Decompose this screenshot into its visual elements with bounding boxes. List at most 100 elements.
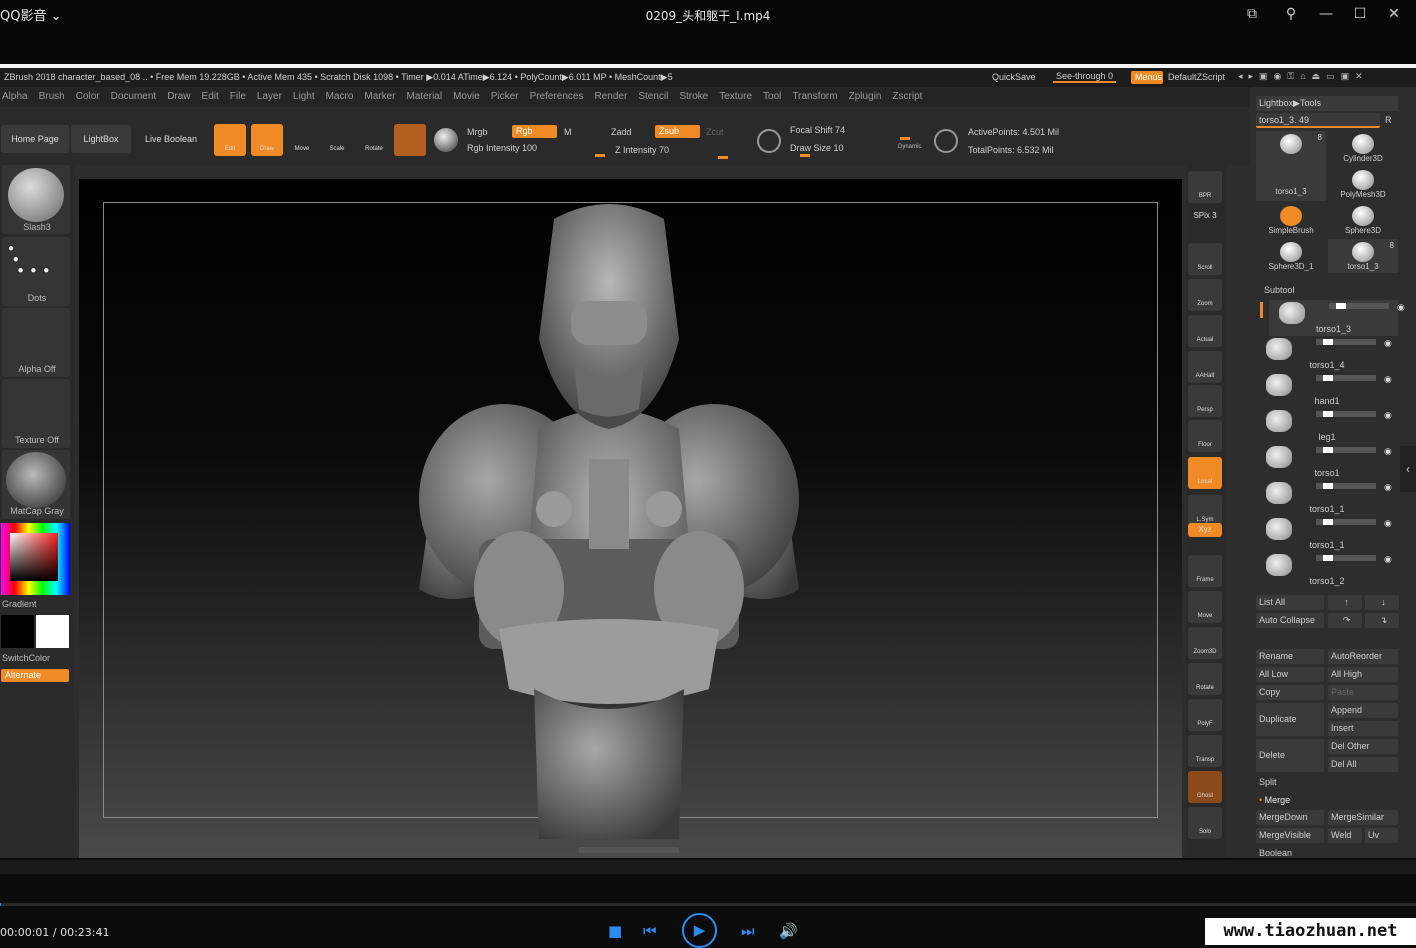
tool-thumbnail[interactable]: SimpleBrush (1256, 203, 1326, 237)
current-tool-slider[interactable]: torso1_3. 49 (1256, 113, 1380, 128)
scroll-handle[interactable] (579, 847, 679, 853)
live-boolean-button[interactable]: Live Boolean (133, 125, 209, 153)
tool-solo-button[interactable]: Solo (1188, 807, 1222, 839)
boolean-menu[interactable]: Boolean (1256, 846, 1398, 858)
next-icon[interactable]: ⏭ (741, 922, 755, 940)
subtool-controls[interactable] (1329, 303, 1389, 309)
menu-item[interactable]: Preferences (530, 91, 584, 102)
subtool-row[interactable]: ◉ leg1 (1256, 408, 1398, 444)
tool-aahalf-button[interactable]: AAHalf (1188, 351, 1222, 383)
secondary-color-swatch[interactable] (1, 615, 34, 648)
all-low-button[interactable]: All Low (1256, 667, 1324, 682)
eye-icon[interactable]: ◉ (1384, 554, 1392, 565)
menu-items[interactable]: Alpha Brush Color Document Draw Edit File Layer… (2, 91, 933, 102)
tool-bpr-button[interactable]: BPR (1188, 171, 1222, 203)
menu-item[interactable]: Edit (202, 91, 219, 102)
eye-icon[interactable]: ◉ (1384, 410, 1392, 421)
auto-reorder-button[interactable]: AutoReorder (1328, 649, 1398, 664)
tool-transp-button[interactable]: Transp (1188, 735, 1222, 767)
draw-size-knob[interactable] (800, 154, 810, 157)
mrgb-button[interactable]: Mrgb (467, 127, 488, 137)
rgb-intensity-slider[interactable]: Rgb Intensity 100 (467, 143, 537, 153)
color-picker[interactable] (1, 523, 70, 595)
menu-item[interactable]: Picker (491, 91, 519, 102)
subtool-controls[interactable] (1316, 375, 1376, 381)
append-button[interactable]: Append (1328, 703, 1398, 718)
paste-button[interactable]: Paste (1328, 685, 1398, 700)
list-all-button[interactable]: List All (1256, 595, 1324, 610)
move-button[interactable]: Move (286, 124, 318, 156)
arrow-up-icon[interactable]: ↑ (1328, 595, 1362, 610)
lightbox-tools-button[interactable]: Lightbox▶Tools (1256, 96, 1398, 111)
menu-item[interactable]: Color (76, 91, 100, 102)
merge-menu[interactable]: • Merge (1256, 793, 1398, 808)
redo-arrow-icon[interactable]: ↷ (1328, 613, 1362, 628)
r-button[interactable]: R (1385, 115, 1392, 125)
alternate-button[interactable]: Alternate (1, 669, 69, 682)
edit-button[interactable]: Edit (214, 124, 246, 156)
draw-size-slider[interactable]: Draw Size 10 (790, 143, 844, 153)
robot-bust-model[interactable] (359, 189, 859, 849)
z-intensity-knob[interactable] (718, 156, 728, 159)
del-other-button[interactable]: Del Other (1328, 739, 1398, 754)
menu-item[interactable]: Material (407, 91, 443, 102)
primary-color-swatch[interactable] (36, 615, 69, 648)
duplicate-button[interactable]: Duplicate (1256, 703, 1324, 736)
draw-button[interactable]: Draw (251, 124, 283, 156)
sphere-icon[interactable] (434, 128, 458, 152)
rgb-button[interactable]: Rgb (512, 125, 557, 138)
color-square[interactable] (10, 533, 58, 581)
m-button[interactable]: M (564, 127, 572, 137)
zadd-button[interactable]: Zadd (611, 127, 632, 137)
tool-ghost-button[interactable]: Ghost (1188, 771, 1222, 803)
window-icons[interactable]: ◂▸▣◉⚿⌂⏏▭▣✕ (1238, 71, 1369, 82)
minimize-button[interactable]: — (1315, 4, 1337, 24)
progress-bar[interactable] (0, 903, 1416, 906)
zcut-button[interactable]: Zcut (706, 127, 724, 137)
menu-item[interactable]: Tool (763, 91, 781, 102)
eye-icon[interactable]: ◉ (1384, 446, 1392, 457)
auto-collapse-button[interactable]: Auto Collapse (1256, 613, 1324, 628)
lightbox-button[interactable]: LightBox (71, 125, 131, 153)
tool-spix-3-button[interactable]: SPix 3 (1188, 207, 1222, 227)
merge-visible-button[interactable]: MergeVisible (1256, 828, 1324, 843)
symmetry-icon[interactable] (934, 129, 958, 153)
delete-button[interactable]: Delete (1256, 739, 1324, 772)
tool-polyf-button[interactable]: PolyF (1188, 699, 1222, 731)
rgb-intensity-knob[interactable] (595, 154, 605, 157)
tool-thumbnail[interactable]: torso1_3 8 (1328, 239, 1398, 273)
eye-icon[interactable]: ◉ (1384, 338, 1392, 349)
subtool-controls[interactable] (1316, 411, 1376, 417)
collapse-tray-button[interactable]: ‹ (1400, 446, 1416, 492)
subtool-controls[interactable] (1316, 519, 1376, 525)
subtool-controls[interactable] (1316, 447, 1376, 453)
zsub-button[interactable]: Zsub (655, 125, 700, 138)
subtool-controls[interactable] (1316, 483, 1376, 489)
eye-icon[interactable]: ◉ (1384, 482, 1392, 493)
tool-actual-button[interactable]: Actual (1188, 315, 1222, 347)
focal-shift-slider[interactable]: Focal Shift 74 (790, 125, 845, 135)
copy-button[interactable]: Copy (1256, 685, 1324, 700)
tool-floor-button[interactable]: Floor (1188, 420, 1222, 452)
subtool-row[interactable]: ◉ torso1_1 (1256, 516, 1398, 552)
subtool-row[interactable]: ◉ torso1 (1256, 444, 1398, 480)
tool-xyz-button[interactable]: Xyz (1188, 523, 1222, 537)
tool-zoom-button[interactable]: Zoom (1188, 279, 1222, 311)
switch-color-button[interactable]: SwitchColor (2, 653, 50, 663)
tool-move-button[interactable]: Move (1188, 591, 1222, 623)
volume-icon[interactable]: 🔊 (779, 922, 798, 940)
eye-icon[interactable]: ◉ (1397, 302, 1405, 313)
menu-item[interactable]: Transform (792, 91, 837, 102)
menu-item[interactable]: Macro (326, 91, 354, 102)
screenshot-icon[interactable]: ⧉ (1241, 4, 1263, 24)
lazy-mouse-icon[interactable] (757, 129, 781, 153)
merge-similar-button[interactable]: MergeSimilar (1328, 810, 1398, 825)
tool-thumbnail[interactable]: Sphere3D (1328, 203, 1398, 237)
menu-item[interactable]: Marker (364, 91, 395, 102)
canvas-viewport[interactable] (79, 179, 1182, 858)
previous-icon[interactable]: ⏮ (643, 922, 657, 940)
subtool-row[interactable]: ◉ torso1_3 (1269, 300, 1405, 336)
eye-icon[interactable]: ◉ (1384, 518, 1392, 529)
subtool-controls[interactable] (1316, 555, 1376, 561)
tool-local-button[interactable]: Local (1188, 457, 1222, 489)
